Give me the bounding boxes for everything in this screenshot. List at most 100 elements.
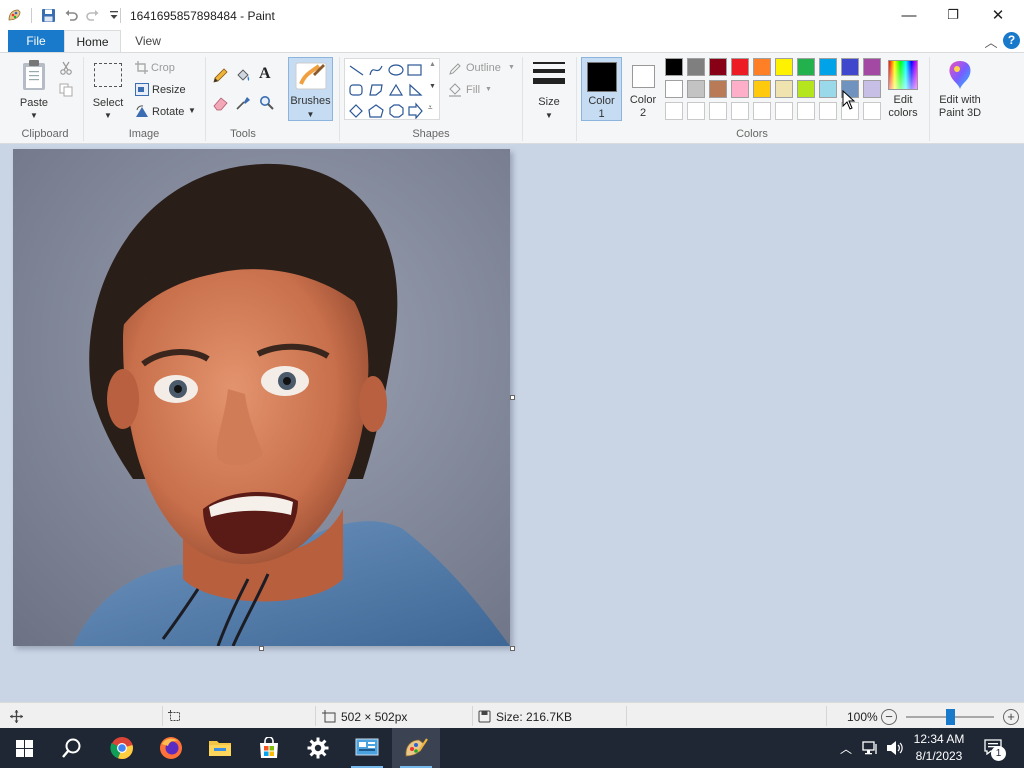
resize-handle-corner[interactable] [510,646,515,651]
tab-home[interactable]: Home [64,30,121,52]
shapes-gallery[interactable]: ▲ ▼ ⩡ [344,58,440,120]
taskbar-settings[interactable] [294,728,342,768]
resize-handle-bottom[interactable] [259,646,264,651]
clipboard-group-label: Clipboard [21,128,69,140]
resize-handle-right[interactable] [510,395,515,400]
maximize-button[interactable]: ❐ [930,0,976,30]
scroll-down-icon[interactable]: ▼ [429,83,436,90]
paint-app-icon[interactable] [7,7,23,23]
scroll-up-icon[interactable]: ▲ [429,61,436,68]
crop-button[interactable]: Crop [151,62,175,74]
color2-label: Color [629,94,657,106]
pencil-icon[interactable] [212,68,228,84]
group-separator [339,57,340,141]
color-swatch[interactable] [819,58,837,76]
search-button[interactable] [48,728,96,768]
brushes-button[interactable]: Brushes ▼ [288,57,333,121]
fill-button[interactable]: Fill [466,84,480,96]
color-picker-icon[interactable] [235,95,251,111]
color-swatch[interactable] [863,58,881,76]
color-swatch[interactable] [665,58,683,76]
color-swatch[interactable] [731,80,749,98]
color-swatch[interactable] [841,58,859,76]
edit-with-paint3d-button[interactable]: Edit with Paint 3D [934,57,986,121]
taskbar-microsoft-store[interactable] [245,728,293,768]
show-hidden-icons-button[interactable]: ︿ [838,740,854,756]
edit-colors-button[interactable]: Edit colors [884,57,922,121]
color-swatch[interactable] [665,80,683,98]
help-icon[interactable]: ? [1003,32,1020,49]
fill-bucket-icon[interactable] [235,68,251,84]
undo-icon[interactable] [63,7,79,23]
custom-color-slot[interactable] [731,102,749,120]
taskbar-paint[interactable] [392,728,440,768]
magnifier-icon[interactable] [259,95,275,111]
expand-gallery-icon[interactable]: ⩡ [428,103,433,113]
custom-color-slot[interactable] [819,102,837,120]
size-button[interactable]: Size ▼ [528,57,570,121]
collapse-ribbon-icon[interactable]: ︿ [983,32,999,50]
status-separator [826,706,827,726]
color-swatch[interactable] [753,58,771,76]
color-swatch[interactable] [709,80,727,98]
color-swatch[interactable] [863,80,881,98]
color-swatch[interactable] [731,58,749,76]
color-swatch[interactable] [775,80,793,98]
save-icon[interactable] [40,7,56,23]
text-tool-icon[interactable]: A [259,65,271,83]
tab-file[interactable]: File [8,30,64,52]
cursor-position-icon [10,710,23,723]
image-canvas[interactable] [13,149,510,646]
eraser-icon[interactable] [212,95,230,111]
zoom-slider-thumb[interactable] [946,709,955,725]
canvas-workspace[interactable] [0,144,1024,702]
select-button[interactable]: Select ▼ [88,57,128,121]
start-button[interactable] [0,728,48,768]
custom-color-slot[interactable] [687,102,705,120]
color-swatch[interactable] [687,58,705,76]
outline-button[interactable]: Outline [466,62,501,74]
tab-view[interactable]: View [121,30,175,52]
cut-icon[interactable] [59,61,73,75]
color1-button[interactable]: Color 1 [581,57,622,121]
color-swatch[interactable] [753,80,771,98]
volume-icon[interactable] [886,740,904,756]
taskbar-file-explorer[interactable] [196,728,244,768]
color1-swatch [587,62,617,92]
shapes-group-label: Shapes [412,128,450,140]
zoom-out-button[interactable]: − [881,709,897,725]
custom-color-slot[interactable] [753,102,771,120]
chevron-down-icon: ▼ [485,86,492,93]
close-button[interactable]: ✕ [975,0,1021,30]
color-swatch[interactable] [797,58,815,76]
window-title: 1641695857898484 - Paint [130,9,275,23]
color-swatch[interactable] [797,80,815,98]
clock-date[interactable]: 8/1/2023 [906,749,972,763]
custom-color-slot[interactable] [797,102,815,120]
rotate-button[interactable]: Rotate [152,106,184,118]
clock-time[interactable]: 12:34 AM [906,732,972,746]
taskbar-chrome[interactable] [98,728,146,768]
portrait-image [13,149,510,646]
color-swatch[interactable] [775,58,793,76]
chevron-down-icon: ▼ [306,110,315,119]
zoom-in-button[interactable]: + [1003,709,1019,725]
color-swatch[interactable] [819,80,837,98]
taskbar-control-panel[interactable] [343,728,391,768]
custom-color-slot[interactable] [709,102,727,120]
color-swatch[interactable] [687,80,705,98]
gear-icon [307,737,329,759]
minimize-button[interactable]: — [886,0,932,30]
custom-color-slot[interactable] [775,102,793,120]
taskbar-firefox[interactable] [147,728,195,768]
custom-color-slot[interactable] [863,102,881,120]
copy-icon[interactable] [59,83,73,97]
color2-button[interactable]: Color 2 [625,57,661,121]
color-swatch[interactable] [709,58,727,76]
resize-button[interactable]: Resize [152,84,186,96]
network-icon[interactable] [862,740,880,756]
custom-color-slot[interactable] [665,102,683,120]
paste-button[interactable]: Paste ▼ [14,57,54,121]
redo-icon[interactable] [84,7,100,23]
notification-center-button[interactable]: 1 [978,728,1024,768]
